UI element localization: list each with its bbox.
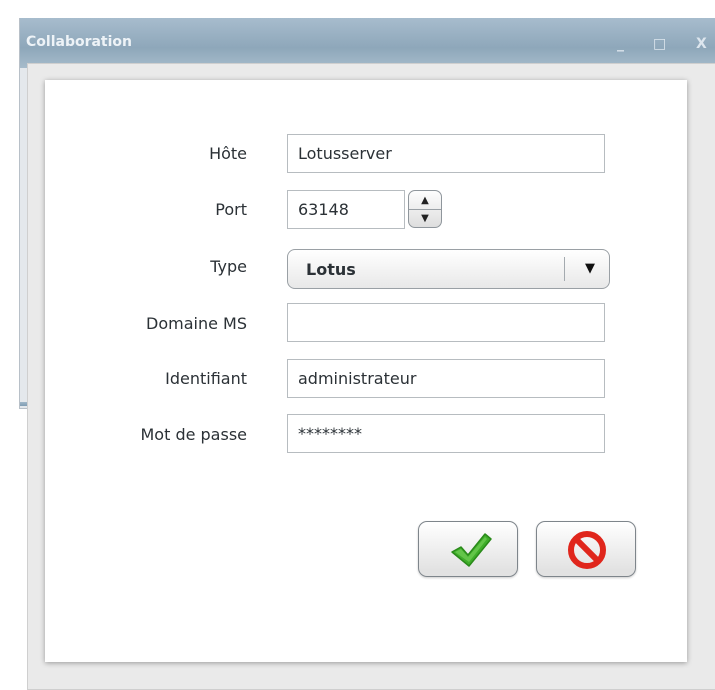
maximize-icon[interactable]: □	[653, 36, 666, 52]
window-titlebar[interactable]: Collaboration _ □ X	[20, 18, 715, 68]
close-icon[interactable]: X	[696, 36, 707, 52]
connection-dialog: Hôte Port ▲ ▼ Type Lotus ▼ Domaine MS Id…	[45, 80, 687, 662]
port-spinner[interactable]: ▲ ▼	[408, 190, 442, 228]
password-input[interactable]	[287, 414, 605, 453]
type-select[interactable]: Lotus ▼	[287, 249, 610, 289]
window-title: Collaboration	[26, 34, 133, 50]
select-divider	[564, 257, 565, 281]
host-label: Hôte	[209, 144, 247, 163]
cancel-button[interactable]	[536, 521, 636, 577]
checkmark-icon	[451, 533, 492, 567]
port-input[interactable]	[287, 190, 405, 229]
minimize-icon[interactable]: _	[617, 36, 624, 52]
host-input[interactable]	[287, 134, 605, 173]
domain-label: Domaine MS	[146, 314, 247, 333]
spin-up-icon[interactable]: ▲	[409, 191, 441, 210]
type-selected-value: Lotus	[306, 260, 356, 279]
prohibited-icon	[568, 531, 606, 569]
domain-input[interactable]	[287, 303, 605, 342]
username-label: Identifiant	[165, 369, 247, 388]
type-label: Type	[210, 257, 247, 276]
spin-down-icon[interactable]: ▼	[409, 209, 441, 227]
port-label: Port	[215, 200, 247, 219]
confirm-button[interactable]	[418, 521, 518, 577]
username-input[interactable]	[287, 359, 605, 398]
password-label: Mot de passe	[140, 425, 247, 444]
chevron-down-icon[interactable]: ▼	[585, 261, 595, 276]
